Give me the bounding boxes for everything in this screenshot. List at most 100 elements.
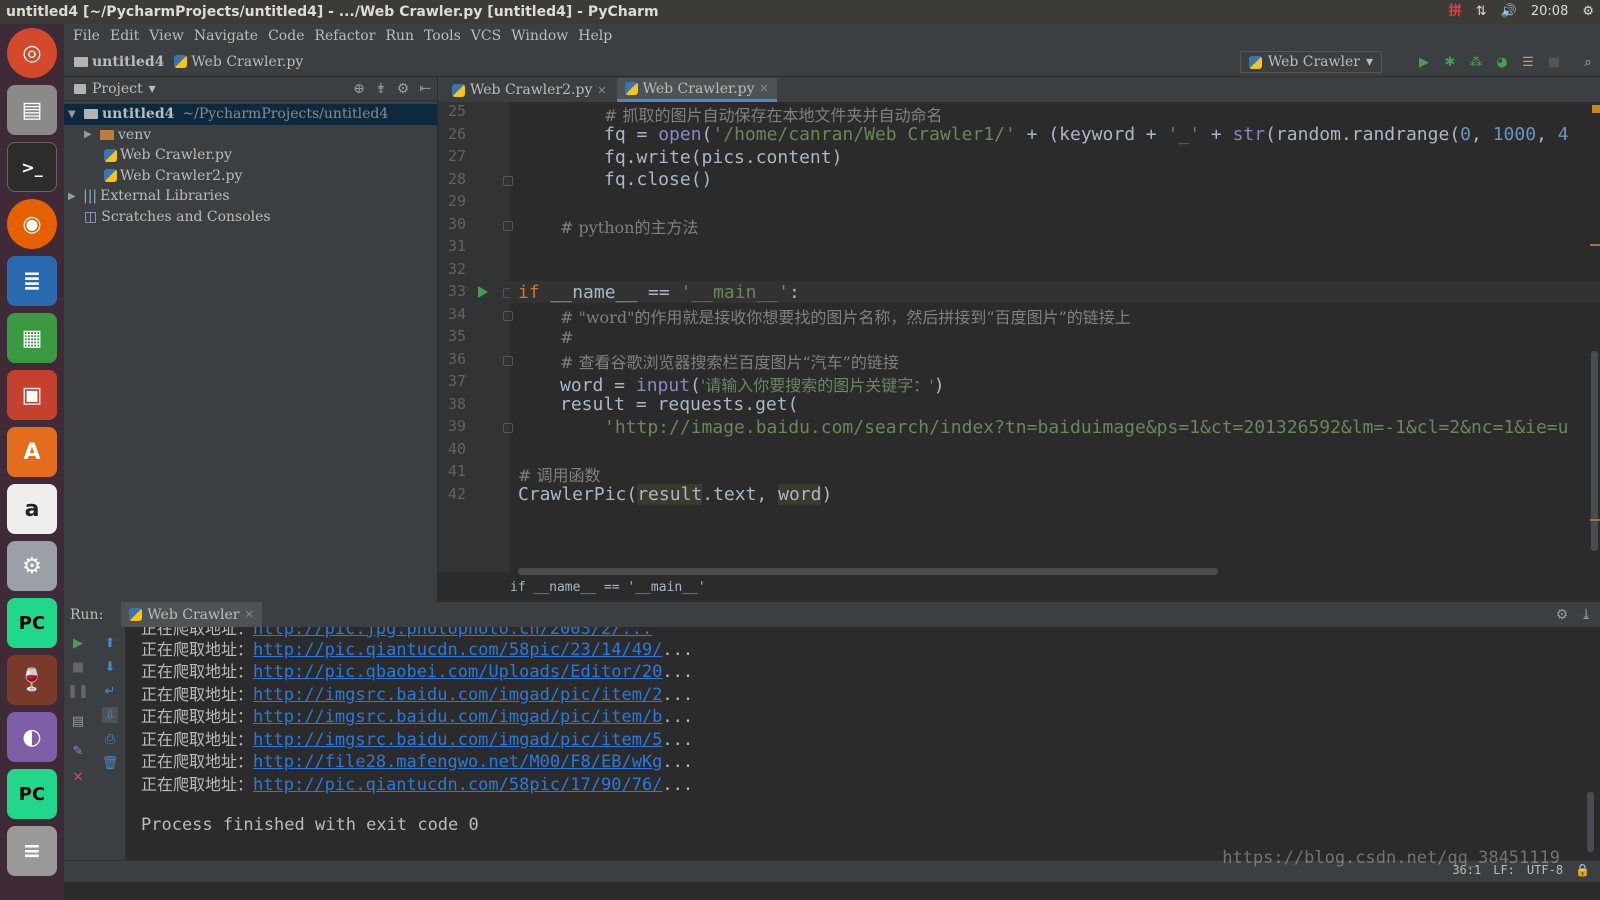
profile-icon[interactable]: ◕ [1494, 54, 1510, 70]
pycharm-icon[interactable]: PC [7, 598, 57, 648]
soft-wrap-icon[interactable]: ↵ [102, 683, 118, 699]
stop-icon[interactable]: ■ [1546, 54, 1562, 70]
console-link[interactable]: http://pic.qbaobei.com/Uploads/Editor/20 [253, 662, 662, 682]
tree-item-external-libraries[interactable]: ▶ ||| External Libraries [64, 186, 437, 207]
gear-icon[interactable]: ⚙ [1556, 607, 1569, 623]
run-configuration-select[interactable]: Web Crawler ▾ [1239, 51, 1382, 73]
collapse-arrow-icon[interactable]: ▶ [68, 191, 80, 202]
gear-icon[interactable]: ⚙ [397, 81, 410, 97]
libreoffice-calc-icon[interactable]: ▦ [7, 313, 57, 363]
breadcrumb-file[interactable]: Web Crawler.py [174, 54, 303, 70]
run-gutter-icon[interactable] [478, 286, 488, 298]
libreoffice-impress-icon[interactable]: ▣ [7, 370, 57, 420]
locate-icon[interactable]: ⊕ [353, 81, 365, 97]
menu-navigate[interactable]: Navigate [189, 28, 263, 44]
system-settings-launcher-icon[interactable]: ⚙ [7, 541, 57, 591]
menu-vcs[interactable]: VCS [466, 28, 506, 44]
clock[interactable]: 20:08 [1531, 0, 1568, 24]
down-arrow-icon[interactable]: ⬇ [102, 659, 118, 675]
run-tab-web-crawler[interactable]: Web Crawler ✕ [121, 602, 262, 627]
rerun-icon[interactable]: ▶ [70, 635, 86, 651]
firefox-icon[interactable]: ◉ [7, 199, 57, 249]
coverage-icon[interactable]: ⁂ [1468, 54, 1484, 70]
pycharm-active-icon[interactable]: PC [7, 769, 57, 819]
run-icon[interactable]: ▶ [1416, 54, 1432, 70]
stop-icon[interactable]: ■ [70, 659, 86, 675]
tree-item-root[interactable]: ▼ untitled4 ~/PycharmProjects/untitled4 [64, 104, 437, 125]
media-icon[interactable]: ◐ [7, 712, 57, 762]
wine-icon[interactable]: 🍷 [7, 655, 57, 705]
up-arrow-icon[interactable]: ⬆ [102, 635, 118, 651]
fold-icon[interactable] [503, 423, 513, 433]
menu-file[interactable]: File [68, 28, 105, 44]
tree-item-file[interactable]: Web Crawler2.py [64, 166, 437, 187]
volume-icon[interactable]: 🔊 [1501, 0, 1517, 24]
project-view-select[interactable]: Project [92, 81, 143, 97]
close-icon[interactable]: ✕ [244, 608, 253, 621]
hide-panel-icon[interactable]: ⇤ [419, 81, 431, 97]
libreoffice-writer-icon[interactable]: ≣ [7, 256, 57, 306]
console-scrollbar[interactable] [1587, 792, 1594, 852]
network-icon[interactable]: ⇅ [1476, 0, 1487, 24]
console-link[interactable]: http://imgsrc.baidu.com/imgad/pic/item/5 [253, 730, 662, 750]
collapse-icon[interactable]: ⇟ [375, 81, 387, 97]
tab-web-crawler2[interactable]: Web Crawler2.py ✕ [444, 78, 615, 102]
error-stripe-marker[interactable] [1590, 519, 1600, 521]
tree-item-file[interactable]: Web Crawler.py [64, 145, 437, 166]
breadcrumb-project[interactable]: untitled4 [74, 54, 164, 70]
collapse-arrow-icon[interactable]: ▶ [84, 129, 96, 140]
hide-panel-icon[interactable]: ⤓ [1580, 607, 1592, 623]
horizontal-scrollbar[interactable] [518, 568, 1218, 575]
menu-tools[interactable]: Tools [419, 28, 466, 44]
search-icon[interactable]: ⌕ [1580, 54, 1596, 70]
trash-icon[interactable]: 🗑 [102, 755, 119, 771]
amazon-icon[interactable]: a [7, 484, 57, 534]
system-settings-icon[interactable]: ⚙ [1582, 0, 1594, 24]
close-icon[interactable]: ✕ [70, 769, 86, 785]
fold-icon[interactable] [503, 221, 513, 231]
tab-web-crawler[interactable]: Web Crawler.py ✕ [616, 78, 777, 102]
line-number-gutter[interactable]: 25 26 27 28 29 30 31 32 33 34 35 36 37 3… [438, 102, 513, 572]
code-editor[interactable]: Web Crawler2.py ✕ Web Crawler.py ✕ 25 26… [438, 77, 1600, 602]
close-icon[interactable]: ✕ [760, 82, 769, 95]
menu-edit[interactable]: Edit [105, 28, 144, 44]
console-link[interactable]: http://pic.qiantucdn.com/58pic/17/90/76/ [253, 775, 662, 795]
terminal-icon[interactable]: >_ [7, 142, 57, 192]
pin-icon[interactable]: ✎ [70, 743, 86, 759]
code-breadcrumb[interactable]: if __name__ == '__main__' [510, 580, 706, 595]
menu-help[interactable]: Help [573, 28, 617, 44]
tree-item-venv[interactable]: ▶ venv [64, 125, 437, 146]
expand-arrow-icon[interactable]: ▼ [68, 109, 80, 120]
pause-icon[interactable]: ❚❚ [67, 683, 89, 699]
disk-icon[interactable]: ≡ [7, 826, 57, 876]
error-stripe-marker[interactable] [1590, 244, 1600, 246]
console-link[interactable]: http://pic.qiantucdn.com/58pic/23/14/49/ [253, 640, 662, 660]
fold-icon[interactable] [503, 311, 513, 321]
dump-threads-icon[interactable]: ▤ [70, 713, 86, 729]
ime-indicator[interactable]: 拼 [1449, 0, 1462, 24]
fold-icon[interactable] [503, 176, 513, 186]
files-icon[interactable]: ▤ [7, 85, 57, 135]
console-link[interactable]: http://imgsrc.baidu.com/imgad/pic/item/b [253, 707, 662, 727]
print-icon[interactable]: ⎙ [102, 731, 118, 747]
close-icon[interactable]: ✕ [597, 84, 606, 97]
debug-icon[interactable]: ✱ [1442, 54, 1458, 70]
menu-view[interactable]: View [144, 28, 189, 44]
software-center-icon[interactable]: A [7, 427, 57, 477]
console-link[interactable]: http://imgsrc.baidu.com/imgad/pic/item/2 [253, 685, 662, 705]
menu-window[interactable]: Window [506, 28, 573, 44]
tree-item-scratches[interactable]: ◫ Scratches and Consoles [64, 207, 437, 228]
scroll-to-end-icon[interactable]: ⇩ [102, 707, 118, 723]
chevron-down-icon[interactable]: ▾ [149, 81, 156, 97]
ubuntu-dash-icon[interactable]: ◎ [7, 28, 57, 78]
lock-icon[interactable]: 🔒 [1575, 863, 1590, 877]
vertical-scrollbar[interactable] [1591, 351, 1598, 551]
run-console[interactable]: 正在爬取地址：http://pic.jpg.photophoto.cn/2003… [126, 627, 1600, 860]
menu-code[interactable]: Code [263, 28, 309, 44]
console-link[interactable]: http://file28.mafengwo.net/M00/F8/EB/wKg [253, 752, 662, 772]
menu-run[interactable]: Run [380, 28, 419, 44]
concurrency-icon[interactable]: ☰ [1520, 54, 1536, 70]
fold-icon[interactable] [503, 356, 513, 366]
warning-marker[interactable] [1592, 105, 1600, 113]
menu-refactor[interactable]: Refactor [309, 28, 380, 44]
